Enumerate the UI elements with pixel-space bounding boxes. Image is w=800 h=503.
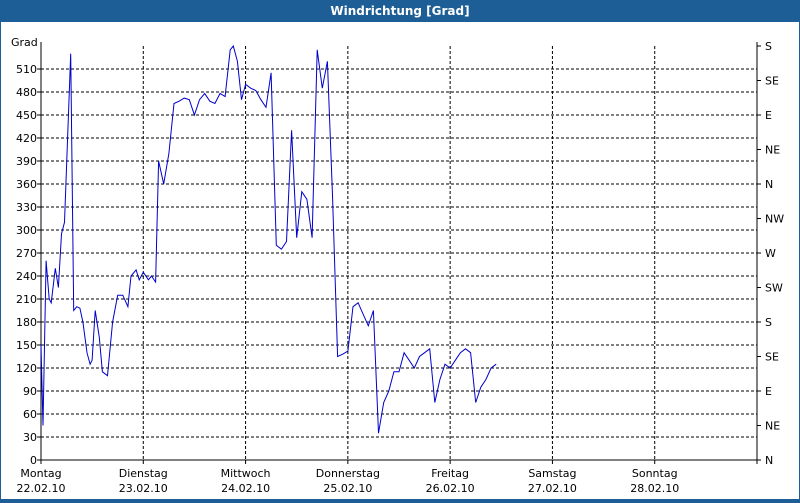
- y-tick-label: 180: [16, 316, 37, 329]
- grid-lines: [41, 46, 757, 460]
- y2-tick-label: NW: [765, 213, 784, 226]
- y-axis-label: Grad: [11, 36, 38, 49]
- x-tick-day-label: Sonntag: [632, 467, 678, 480]
- x-tick-day-label: Mittwoch: [221, 467, 271, 480]
- series-line-0: [40, 44, 497, 434]
- y-tick-label: 120: [16, 362, 37, 375]
- y-tick-label: 150: [16, 339, 37, 352]
- x-tick-day-label: Montag: [20, 467, 61, 480]
- y-tick-label: 510: [16, 63, 37, 76]
- y2-tick-label: NE: [765, 144, 780, 157]
- y-tick-label: 450: [16, 109, 37, 122]
- x-tick-date-label: 26.02.10: [426, 482, 475, 495]
- y2-tick-label: SW: [765, 282, 783, 295]
- x-tick-day-label: Dienstag: [119, 467, 168, 480]
- y-tick-label: 390: [16, 155, 37, 168]
- y2-tick-label: N: [765, 454, 773, 467]
- y-tick-label: 0: [30, 454, 37, 467]
- x-tick-day-label: Samstag: [528, 467, 576, 480]
- x-tick-day-label: Freitag: [431, 467, 469, 480]
- window-title: Windrichtung [Grad]: [330, 4, 470, 18]
- y2-tick-label: N: [765, 178, 773, 191]
- chart-window: Windrichtung [Grad] 0 30 60 90 120 150 180 210 2…: [0, 0, 800, 500]
- y-tick-label: 240: [16, 270, 37, 283]
- plot-frame: [40, 42, 758, 461]
- y-tick-label: 60: [23, 408, 37, 421]
- x-tick-date-label: 22.02.10: [17, 482, 66, 495]
- y2-axis-ticks: S SE E NE N NW W SW S SE E NE N: [757, 40, 784, 467]
- x-tick-date-label: 27.02.10: [528, 482, 577, 495]
- y-tick-label: 360: [16, 178, 37, 191]
- y-tick-label: 300: [16, 224, 37, 237]
- y2-tick-label: E: [765, 109, 772, 122]
- y2-tick-label: SE: [765, 351, 779, 364]
- x-axis-ticks: Montag 22.02.10 Dienstag 23.02.10 Mittwoch 24…: [17, 460, 758, 495]
- y-tick-label: 210: [16, 293, 37, 306]
- y-tick-label: 30: [23, 431, 37, 444]
- x-tick-day-label: Donnerstag: [316, 467, 380, 480]
- y-tick-label: 270: [16, 247, 37, 260]
- y-tick-label: 330: [16, 201, 37, 214]
- y2-tick-label: S: [765, 316, 772, 329]
- x-tick-date-label: 23.02.10: [119, 482, 168, 495]
- chart-svg: 0 30 60 90 120 150 180 210 240 270 300 330 360 390 420…: [11, 36, 784, 495]
- plot-panel: 0 30 60 90 120 150 180 210 240 270 300 330 360 390 420…: [1, 22, 799, 499]
- y2-tick-label: W: [765, 247, 776, 260]
- x-tick-date-label: 24.02.10: [221, 482, 270, 495]
- y2-tick-label: S: [765, 40, 772, 53]
- y-axis-ticks: 0 30 60 90 120 150 180 210 240 270 300 330 360 390 420…: [16, 63, 41, 467]
- y-tick-label: 420: [16, 132, 37, 145]
- y-tick-label: 90: [23, 385, 37, 398]
- y-tick-label: 480: [16, 86, 37, 99]
- y2-tick-label: E: [765, 385, 772, 398]
- x-tick-date-label: 28.02.10: [630, 482, 679, 495]
- x-tick-date-label: 25.02.10: [323, 482, 372, 495]
- y2-tick-label: SE: [765, 75, 779, 88]
- y2-tick-label: NE: [765, 420, 780, 433]
- series-group: [40, 44, 497, 434]
